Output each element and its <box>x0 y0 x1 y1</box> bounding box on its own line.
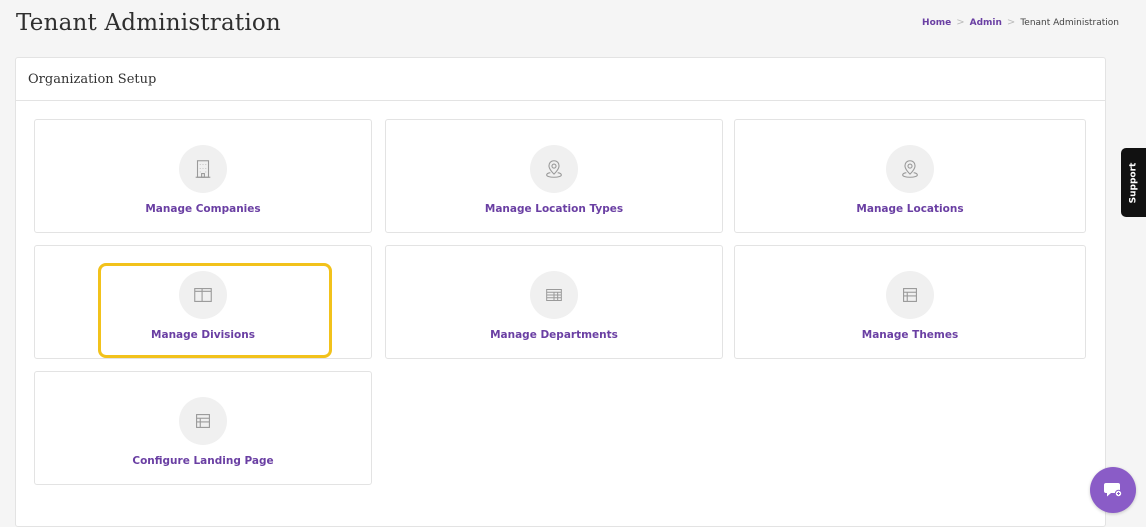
tile-manage-companies[interactable]: Manage Companies <box>34 119 372 233</box>
chat-button[interactable] <box>1090 467 1136 513</box>
icon-circle <box>179 397 227 445</box>
tile-manage-divisions[interactable]: Manage Divisions <box>34 245 372 359</box>
tile-label: Manage Companies <box>145 203 261 215</box>
tile-label: Manage Themes <box>861 329 959 341</box>
grid-table-icon <box>546 288 562 302</box>
tile-label: Manage Locations <box>856 203 964 215</box>
columns-icon <box>194 288 212 302</box>
location-pin-icon <box>902 160 918 178</box>
breadcrumb-home-link[interactable]: Home <box>922 18 951 28</box>
page-title: Tenant Administration <box>16 10 281 36</box>
breadcrumb-separator: > <box>1006 17 1016 28</box>
card-header: Organization Setup <box>16 58 1105 101</box>
tile-manage-location-types[interactable]: Manage Location Types <box>385 119 723 233</box>
layout-icon <box>196 414 210 428</box>
page-header: Tenant Administration Home > Admin > Ten… <box>0 0 1146 56</box>
card-title: Organization Setup <box>28 71 157 87</box>
support-label: Support <box>1128 162 1139 203</box>
icon-circle <box>530 145 578 193</box>
tile-label: Configure Landing Page <box>132 455 274 467</box>
support-tab[interactable]: Support <box>1121 148 1146 217</box>
breadcrumb-admin-link[interactable]: Admin <box>970 18 1002 28</box>
icon-circle <box>179 145 227 193</box>
breadcrumb: Home > Admin > Tenant Administration <box>922 17 1119 28</box>
tile-manage-locations[interactable]: Manage Locations <box>734 119 1086 233</box>
icon-circle <box>886 145 934 193</box>
tile-configure-landing-page[interactable]: Configure Landing Page <box>34 371 372 485</box>
tile-manage-themes[interactable]: Manage Themes <box>734 245 1086 359</box>
breadcrumb-separator: > <box>956 17 965 28</box>
icon-circle <box>530 271 578 319</box>
tile-label: Manage Location Types <box>484 203 624 215</box>
tile-label: Manage Departments <box>490 329 618 341</box>
location-pin-icon <box>546 160 562 178</box>
icon-circle <box>886 271 934 319</box>
tile-manage-departments[interactable]: Manage Departments <box>385 245 723 359</box>
icon-circle <box>179 271 227 319</box>
layout-icon <box>903 288 917 302</box>
breadcrumb-current: Tenant Administration <box>1020 17 1119 28</box>
chat-icon <box>1104 483 1123 498</box>
tile-label: Manage Divisions <box>151 329 255 341</box>
building-icon <box>195 160 211 178</box>
